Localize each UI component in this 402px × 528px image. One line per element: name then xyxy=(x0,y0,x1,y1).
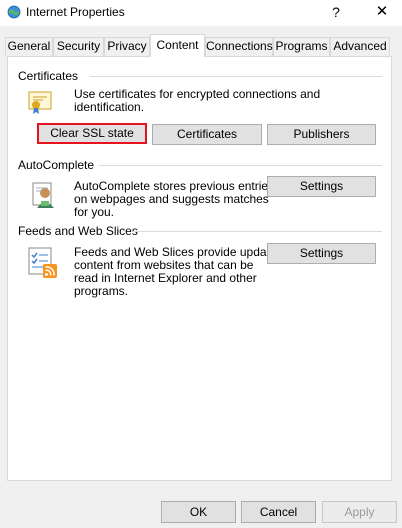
cancel-button[interactable]: Cancel xyxy=(241,501,316,523)
feeds-description-line: programs. xyxy=(74,284,129,298)
apply-button[interactable]: Apply xyxy=(322,501,397,523)
tab-programs[interactable]: Programs xyxy=(273,37,330,56)
autocomplete-divider xyxy=(99,165,382,166)
feeds-description: Feeds and Web Slices provide updated con… xyxy=(74,246,283,298)
globe-icon xyxy=(7,5,21,19)
tab-advanced[interactable]: Advanced xyxy=(330,37,390,56)
close-button[interactable]: ✕ xyxy=(370,2,394,22)
certificates-button[interactable]: Certificates xyxy=(152,124,262,145)
autocomplete-heading: AutoComplete xyxy=(18,158,95,172)
autocomplete-user-icon xyxy=(32,182,54,208)
help-button[interactable]: ? xyxy=(324,2,348,22)
feed-icon xyxy=(28,247,57,278)
certificate-icon xyxy=(28,91,52,114)
tab-security[interactable]: Security xyxy=(53,37,104,56)
title-bar: Internet Properties ? ✕ xyxy=(0,0,402,26)
certificates-divider xyxy=(90,76,382,77)
feeds-settings-button[interactable]: Settings xyxy=(267,243,376,264)
autocomplete-settings-button[interactable]: Settings xyxy=(267,176,376,197)
tab-content[interactable]: Content xyxy=(150,34,205,57)
autocomplete-description-line: for you. xyxy=(74,205,115,219)
autocomplete-description: AutoComplete stores previous entries on … xyxy=(74,180,274,219)
tab-privacy[interactable]: Privacy xyxy=(104,37,150,56)
certificates-description: Use certificates for encrypted connectio… xyxy=(74,87,321,114)
certificates-heading: Certificates xyxy=(18,69,79,83)
tab-strip: General Security Privacy Content Connect… xyxy=(0,34,402,57)
ok-button[interactable]: OK xyxy=(161,501,236,523)
feeds-divider xyxy=(131,231,382,232)
publishers-button[interactable]: Publishers xyxy=(267,124,376,145)
clear-ssl-state-button[interactable]: Clear SSL state xyxy=(37,123,147,144)
tab-connections[interactable]: Connections xyxy=(205,37,273,56)
window-title: Internet Properties xyxy=(26,5,125,19)
feeds-heading: Feeds and Web Slices xyxy=(18,224,138,238)
tab-general[interactable]: General xyxy=(5,37,53,56)
content-panel: Certificates Use certificates for encryp… xyxy=(7,56,392,481)
